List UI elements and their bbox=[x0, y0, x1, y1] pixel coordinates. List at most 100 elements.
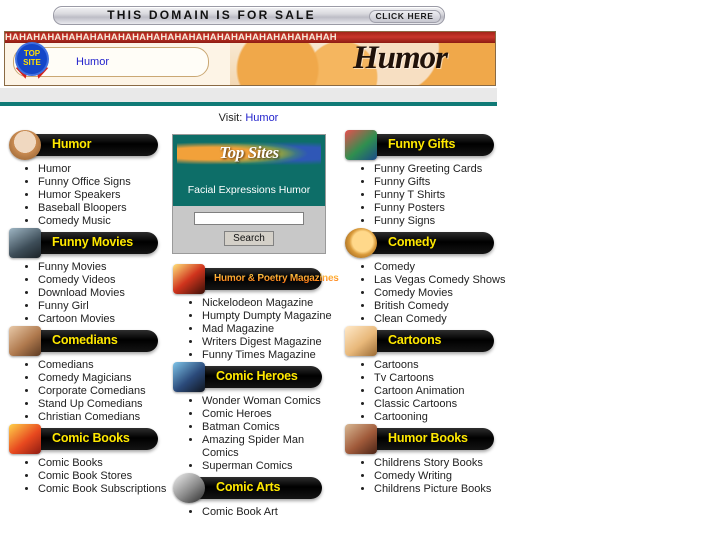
category-link-item[interactable]: Comic Book Stores bbox=[38, 470, 170, 483]
category-title: Cartoons bbox=[388, 332, 442, 347]
category-link-item[interactable]: Humor bbox=[38, 163, 170, 176]
badge-rosette-icon: TOP SITE bbox=[17, 44, 47, 74]
site-wordmark: Humor bbox=[352, 40, 448, 76]
comic-books-photo-icon bbox=[9, 423, 41, 454]
category-link-item[interactable]: Humor Speakers bbox=[38, 189, 170, 202]
category-link-item[interactable]: Tv Cartoons bbox=[374, 372, 510, 385]
cartoon-character-photo-icon bbox=[345, 325, 377, 356]
visit-line: Visit: Humor bbox=[0, 106, 497, 124]
search-area: Search bbox=[173, 206, 325, 253]
category-link-item[interactable]: Funny Posters bbox=[374, 202, 510, 215]
category-link-item[interactable]: Stand Up Comedians bbox=[38, 398, 170, 411]
category-title: Humor Books bbox=[388, 430, 468, 445]
category-block: ComedyComedyLas Vegas Comedy ShowsComedy… bbox=[344, 227, 510, 326]
category-link-item[interactable]: Funny Times Magazine bbox=[202, 349, 340, 362]
category-header[interactable]: Funny Gifts bbox=[345, 130, 494, 160]
category-link-item[interactable]: Nickelodeon Magazine bbox=[202, 297, 340, 310]
category-link-item[interactable]: Funny Office Signs bbox=[38, 176, 170, 189]
site-title-label[interactable]: Humor bbox=[76, 56, 109, 68]
category-link-item[interactable]: Comedy Magicians bbox=[38, 372, 170, 385]
search-button[interactable]: Search bbox=[224, 231, 274, 246]
category-link-list: Funny Greeting CardsFunny GiftsFunny T S… bbox=[344, 163, 510, 228]
category-link-item[interactable]: Clean Comedy bbox=[374, 313, 510, 326]
book-stack-photo-icon bbox=[345, 423, 377, 454]
category-link-item[interactable]: Funny T Shirts bbox=[374, 189, 510, 202]
category-link-item[interactable]: Mad Magazine bbox=[202, 323, 340, 336]
category-link-item[interactable]: Childrens Story Books bbox=[374, 457, 510, 470]
category-link-item[interactable]: Funny Movies bbox=[38, 261, 170, 274]
right-column: Funny GiftsFunny Greeting CardsFunny Gif… bbox=[340, 130, 510, 522]
category-header[interactable]: Funny Movies bbox=[9, 227, 158, 258]
top-sites-subtitle: Facial Expressions Humor bbox=[187, 184, 311, 196]
category-title: Funny Gifts bbox=[388, 137, 456, 151]
category-header[interactable]: Humor bbox=[9, 130, 158, 160]
category-link-item[interactable]: Comic Book Subscriptions bbox=[38, 483, 170, 496]
category-link-item[interactable]: Amazing Spider Man Comics bbox=[202, 434, 340, 459]
category-link-list: Comic BooksComic Book StoresComic Book S… bbox=[8, 457, 170, 496]
category-link-item[interactable]: Cartoon Movies bbox=[38, 313, 170, 326]
category-link-item[interactable]: Las Vegas Comedy Shows bbox=[374, 274, 510, 287]
category-title: Comedians bbox=[52, 332, 118, 347]
category-header[interactable]: Comic Heroes bbox=[173, 361, 322, 392]
category-header[interactable]: Comic Books bbox=[9, 423, 158, 454]
category-link-list: Nickelodeon MagazineHumpty Dumpty Magazi… bbox=[172, 297, 340, 362]
comic-heroes-photo-icon bbox=[173, 361, 205, 392]
category-link-item[interactable]: Comedy bbox=[374, 261, 510, 274]
site-banner: Humor HAHAHAHAHAHAHAHAHAHAHAHAHAHAHAHAHA… bbox=[4, 31, 496, 86]
category-link-item[interactable]: Funny Girl bbox=[38, 300, 170, 313]
category-link-item[interactable]: Comic Heroes bbox=[202, 408, 340, 421]
category-link-item[interactable]: Comedy Movies bbox=[374, 287, 510, 300]
visit-link[interactable]: Humor bbox=[245, 112, 278, 124]
category-header[interactable]: Humor Books bbox=[345, 423, 494, 454]
category-header[interactable]: Comedians bbox=[9, 325, 158, 356]
category-block: Humor Books Childrens Story BooksComedy W… bbox=[344, 423, 510, 496]
category-link-item[interactable]: Comedy Music bbox=[38, 215, 170, 228]
category-link-item[interactable]: Cartoon Animation bbox=[374, 385, 510, 398]
category-link-item[interactable]: Funny Greeting Cards bbox=[374, 163, 510, 176]
category-link-item[interactable]: Corporate Comedians bbox=[38, 385, 170, 398]
category-link-item[interactable]: Comic Book Art bbox=[202, 506, 340, 519]
category-link-item[interactable]: Baseball Bloopers bbox=[38, 202, 170, 215]
category-link-list: ComediansComedy MagiciansCorporate Comed… bbox=[8, 359, 170, 424]
click-here-button[interactable]: CLICK HERE bbox=[368, 9, 441, 23]
search-input[interactable] bbox=[194, 212, 304, 225]
category-link-item[interactable]: Comedy Writing bbox=[374, 470, 510, 483]
domain-for-sale-banner: THIS DOMAIN IS FOR SALE CLICK HERE bbox=[0, 0, 497, 29]
category-link-item[interactable]: Comedy Videos bbox=[38, 274, 170, 287]
category-link-item[interactable]: Writers Digest Magazine bbox=[202, 336, 340, 349]
domain-for-sale-bar[interactable]: THIS DOMAIN IS FOR SALE CLICK HERE bbox=[52, 6, 445, 25]
category-link-item[interactable]: Cartoons bbox=[374, 359, 510, 372]
category-header[interactable]: Comic Arts bbox=[173, 472, 322, 503]
category-title: Humor & Poetry Magazines bbox=[214, 273, 339, 284]
category-header[interactable]: Humor & Poetry Magazines bbox=[173, 264, 339, 294]
category-block: Funny MoviesFunny MoviesComedy VideosDow… bbox=[8, 227, 170, 326]
category-link-item[interactable]: Batman Comics bbox=[202, 421, 340, 434]
category-block: CartoonsCartoonsTv CartoonsCartoon Anima… bbox=[344, 325, 510, 424]
category-link-item[interactable]: Funny Gifts bbox=[374, 176, 510, 189]
comedy-mask-photo-icon bbox=[345, 227, 377, 258]
category-header[interactable]: Cartoons bbox=[345, 325, 494, 356]
category-link-list: ComedyLas Vegas Comedy ShowsComedy Movie… bbox=[344, 261, 510, 326]
category-title: Comic Books bbox=[52, 430, 130, 445]
category-link-item[interactable]: Cartooning bbox=[374, 411, 510, 424]
top-sites-logo-text: Top Sites bbox=[219, 143, 279, 162]
category-link-item[interactable]: Comic Books bbox=[38, 457, 170, 470]
category-link-item[interactable]: Superman Comics bbox=[202, 460, 340, 473]
category-link-item[interactable]: Comedians bbox=[38, 359, 170, 372]
category-title: Funny Movies bbox=[52, 234, 133, 249]
category-link-item[interactable]: Childrens Picture Books bbox=[374, 483, 510, 496]
category-link-item[interactable]: Download Movies bbox=[38, 287, 170, 300]
category-link-item[interactable]: Christian Comedians bbox=[38, 411, 170, 424]
category-title: Comedy bbox=[388, 234, 437, 249]
comedians-photo-icon bbox=[9, 325, 41, 356]
category-block: Comic Arts Comic Book Art bbox=[172, 472, 340, 519]
category-link-item[interactable]: Wonder Woman Comics bbox=[202, 395, 340, 408]
category-title: Comic Arts bbox=[216, 479, 281, 494]
category-link-item[interactable]: British Comedy bbox=[374, 300, 510, 313]
category-link-item[interactable]: Funny Signs bbox=[374, 215, 510, 228]
category-title: Humor bbox=[52, 137, 92, 151]
category-link-item[interactable]: Humpty Dumpty Magazine bbox=[202, 310, 340, 323]
category-link-item[interactable]: Classic Cartoons bbox=[374, 398, 510, 411]
category-header[interactable]: Comedy bbox=[345, 227, 494, 258]
category-link-list: Wonder Woman ComicsComic HeroesBatman Co… bbox=[172, 395, 340, 473]
